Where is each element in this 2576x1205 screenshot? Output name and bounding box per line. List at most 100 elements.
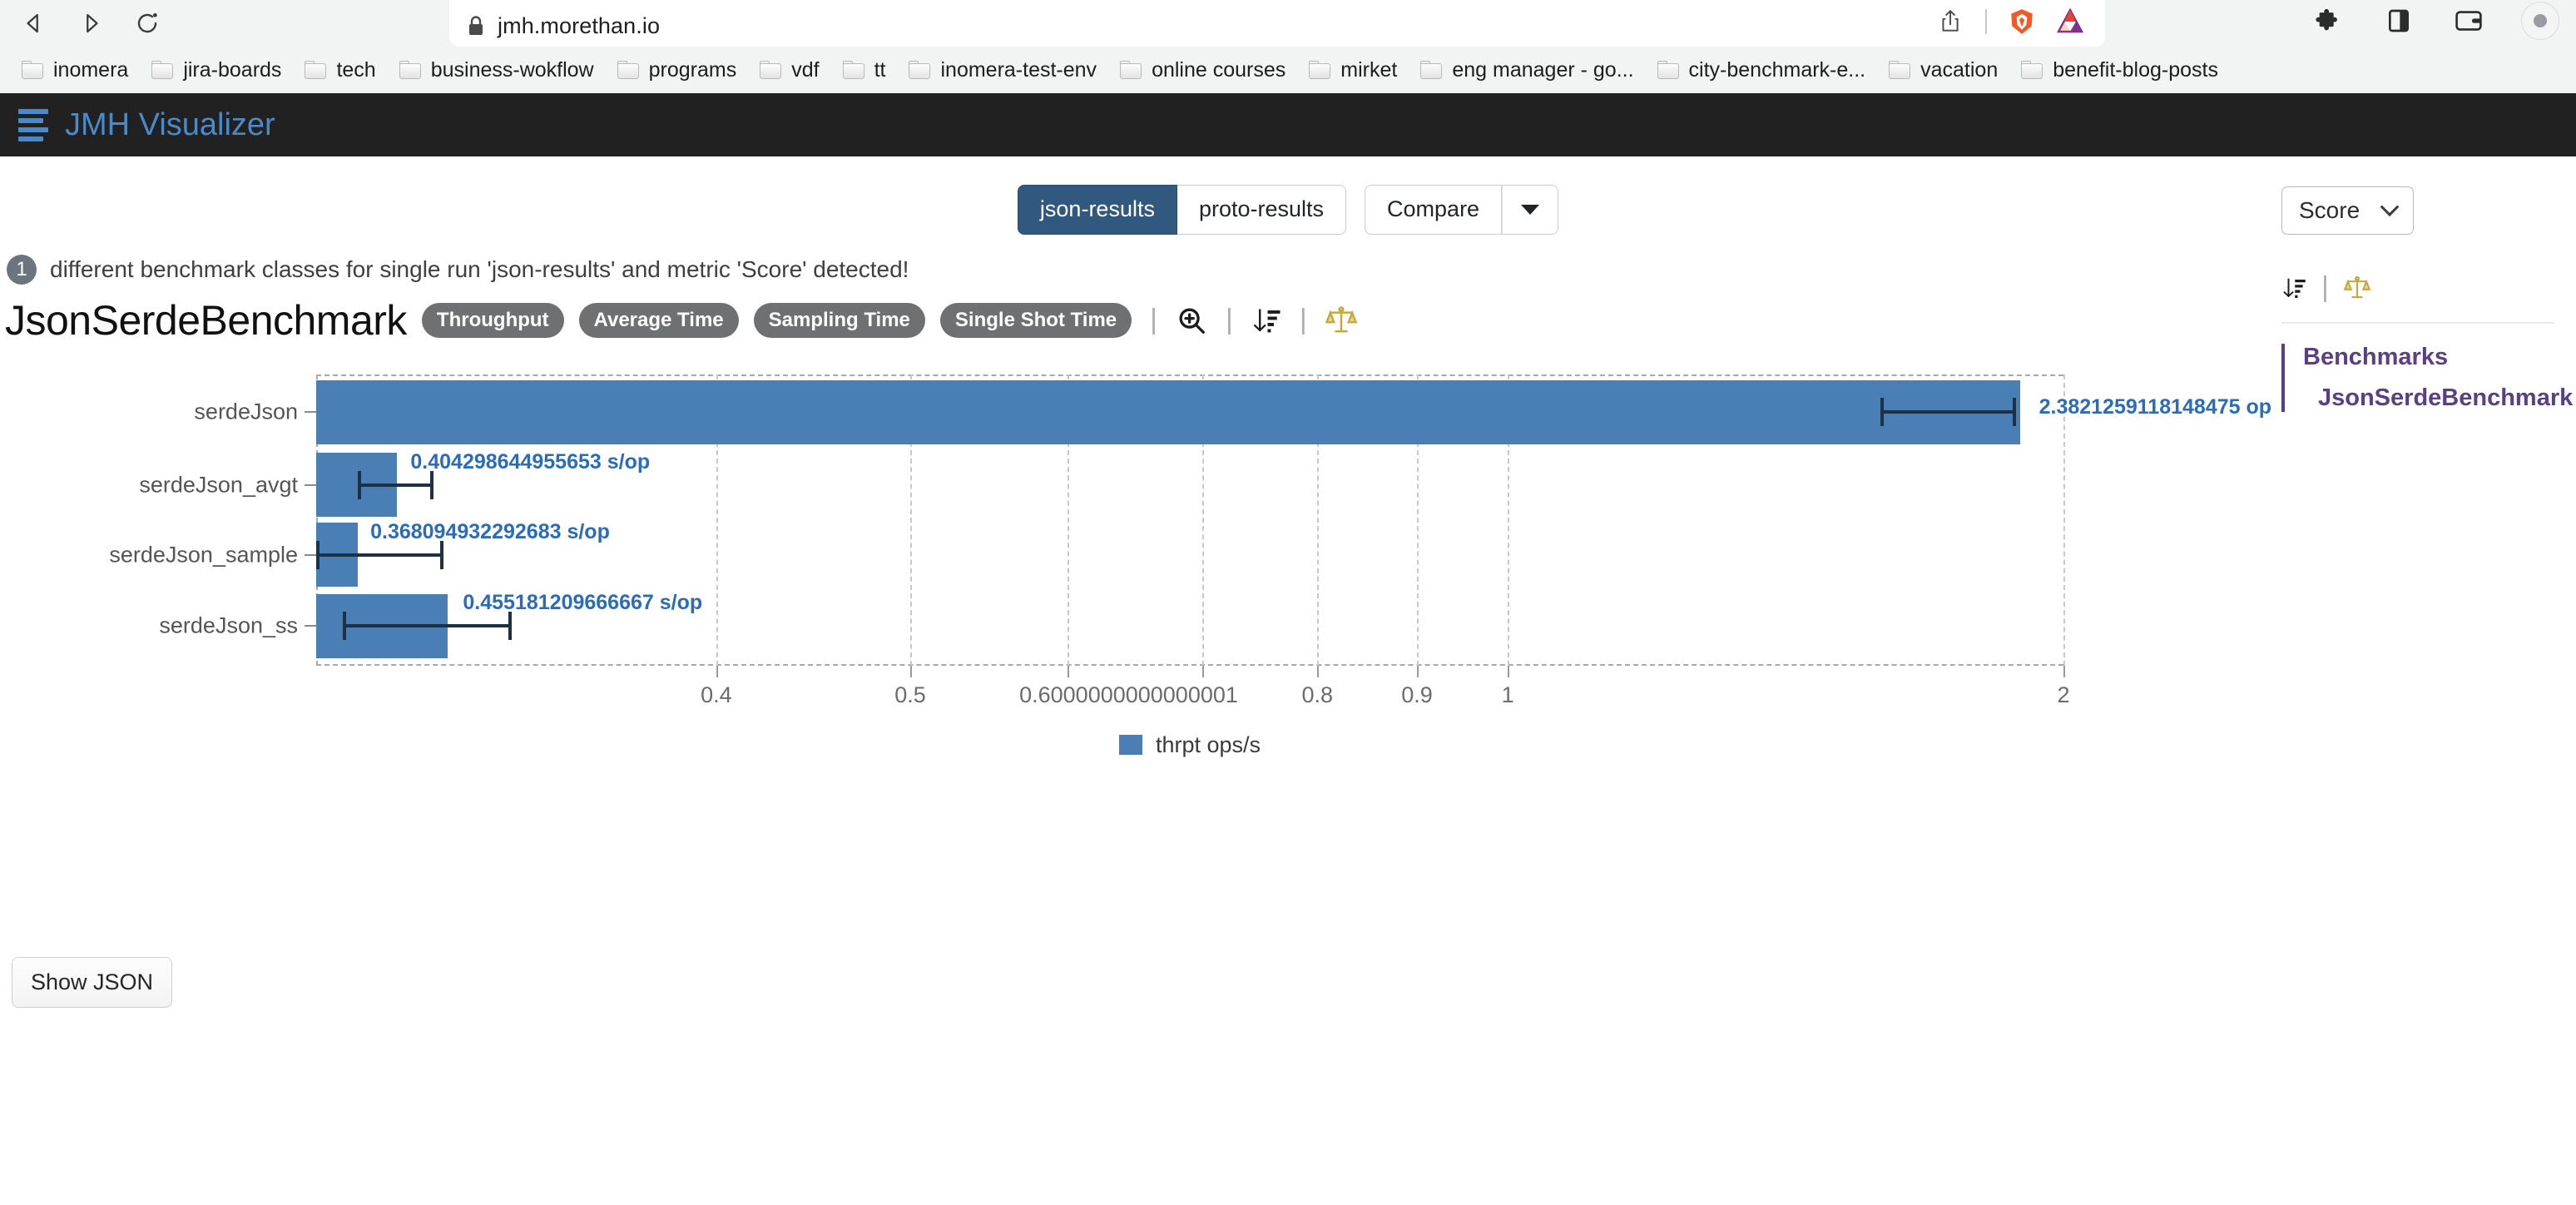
bookmark-label: vacation (1920, 58, 1998, 82)
run-tabs-group: json-results proto-results Compare (1018, 185, 1558, 235)
x-tick-mark (2063, 666, 2065, 677)
folder-icon (1657, 61, 1679, 79)
x-tick-label: 2 (2057, 682, 2069, 708)
share-icon[interactable] (1934, 5, 1967, 38)
navigation-buttons (18, 7, 163, 39)
folder-icon (843, 61, 864, 79)
x-tick-label: 0.4 (701, 682, 732, 708)
metric-select[interactable]: Score (2281, 186, 2414, 235)
bar-value-serdeJson: 2.3821259118148475 op (2039, 395, 2271, 419)
bookmarks-bar: inomera jira-boards tech business-wokflo… (0, 47, 2576, 93)
bar-serdeJson[interactable] (316, 380, 2020, 444)
compare-button[interactable]: Compare (1365, 185, 1502, 235)
benchmark-header: JsonSerdeBenchmark Throughput Average Ti… (0, 285, 2576, 345)
folder-icon (305, 61, 326, 79)
toolbar-divider: | (1296, 304, 1310, 336)
bookmark-item[interactable]: tt (831, 53, 898, 87)
brave-lion-icon[interactable] (2005, 5, 2039, 38)
error-cap-low (358, 471, 361, 499)
bar-value-serdeJson_avgt: 0.404298644955653 s/op (410, 450, 650, 474)
extensions-puzzle-icon[interactable] (2311, 3, 2346, 38)
x-tick-label: 0.6000000000000001 (1019, 682, 1238, 708)
benchmark-chart: serdeJson 2.3821259118148475 op serdeJso… (0, 360, 2576, 751)
scale-balance-icon[interactable] (1325, 305, 1357, 335)
folder-icon (909, 61, 930, 79)
sidebar-item-JsonSerdeBenchmark[interactable]: JsonSerdeBenchmark (2303, 384, 2554, 412)
x-tick-mark (716, 666, 718, 677)
zoom-in-icon[interactable] (1176, 305, 1207, 336)
toolbar-divider: | (1222, 304, 1236, 336)
x-tick-mark (910, 666, 912, 677)
bookmark-item[interactable]: mirket (1297, 53, 1409, 87)
address-bar[interactable]: jmh.morethan.io (449, 0, 2105, 47)
bookmark-label: business-wokflow (431, 58, 594, 82)
axis-label-serdeJson_ss: serdeJson_ss (159, 613, 316, 639)
browser-chrome: jmh.morethan.io (0, 0, 2576, 93)
bookmark-item[interactable]: inomera (10, 53, 140, 87)
scale-balance-icon[interactable] (2344, 275, 2370, 300)
omnibox-actions (1934, 5, 2087, 38)
detection-alert-text: different benchmark classes for single r… (50, 256, 909, 283)
error-bar-serdeJson_sample (316, 553, 442, 557)
mode-pill-average-time[interactable]: Average Time (579, 303, 739, 338)
error-bar-serdeJson (1880, 410, 2014, 414)
legend-swatch (1119, 735, 1142, 755)
tab-json-results[interactable]: json-results (1018, 185, 1177, 235)
back-icon[interactable] (18, 7, 50, 39)
error-cap-high (440, 541, 443, 569)
app-header: JMH Visualizer (0, 93, 2576, 156)
compare-dropdown-button[interactable] (1502, 185, 1558, 235)
y-tick (305, 625, 316, 627)
bookmark-item[interactable]: benefit-blog-posts (2009, 53, 2230, 87)
plot-area: serdeJson 2.3821259118148475 op serdeJso… (316, 374, 2063, 666)
bookmark-label: inomera-test-env (940, 58, 1097, 82)
bookmark-item[interactable]: city-benchmark-e... (1646, 53, 1878, 87)
bookmark-item[interactable]: jira-boards (140, 53, 293, 87)
toolbar-divider: | (1147, 304, 1161, 336)
benchmarks-group-title: Benchmarks (2303, 344, 2554, 371)
y-tick (305, 411, 316, 413)
omnibox-divider (1985, 9, 1987, 34)
bar-value-serdeJson_ss: 0.455181209666667 s/op (463, 591, 702, 615)
mode-pill-sampling-time[interactable]: Sampling Time (754, 303, 925, 338)
folder-icon (2021, 61, 2043, 79)
sort-descending-icon[interactable] (1251, 305, 1281, 335)
reload-icon[interactable] (131, 7, 163, 39)
sidebar-panel-icon[interactable] (2381, 3, 2416, 38)
chevron-down-icon (2380, 197, 2400, 216)
folder-icon (1420, 61, 1442, 79)
folder-icon (399, 61, 421, 79)
x-tick-label: 0.5 (894, 682, 926, 708)
wallet-icon[interactable] (2451, 3, 2486, 38)
folder-icon (22, 61, 43, 79)
error-cap-low (316, 541, 320, 569)
tab-proto-results[interactable]: proto-results (1177, 185, 1346, 235)
bookmark-item[interactable]: eng manager - go... (1409, 53, 1645, 87)
bookmark-item[interactable]: vacation (1877, 53, 2009, 87)
mode-pill-throughput[interactable]: Throughput (422, 303, 564, 338)
bookmark-item[interactable]: vdf (748, 53, 830, 87)
bookmark-label: tt (874, 58, 886, 82)
bookmark-item[interactable]: tech (293, 53, 387, 87)
show-json-button[interactable]: Show JSON (12, 957, 172, 1008)
bookmark-item[interactable]: online courses (1108, 53, 1297, 87)
bat-triangle-icon[interactable] (2053, 5, 2087, 38)
sidebar-tools: | (2281, 271, 2554, 304)
forward-icon[interactable] (75, 7, 107, 39)
sort-descending-icon[interactable] (2281, 275, 2306, 300)
app-brand-title[interactable]: JMH Visualizer (65, 107, 275, 143)
bookmark-item[interactable]: inomera-test-env (897, 53, 1108, 87)
avatar-dot (2534, 14, 2547, 27)
lock-icon (468, 15, 484, 37)
bookmark-label: eng manager - go... (1452, 58, 1633, 82)
benchmarks-group: Benchmarks JsonSerdeBenchmark (2281, 344, 2554, 412)
bookmark-item[interactable]: business-wokflow (388, 53, 606, 87)
hamburger-menu-icon[interactable] (18, 109, 48, 141)
x-tick-label: 1 (1502, 682, 1514, 708)
run-selector-row: json-results proto-results Compare (0, 156, 2576, 235)
mode-pill-single-shot-time[interactable]: Single Shot Time (940, 303, 1132, 338)
profile-avatar[interactable] (2521, 2, 2559, 40)
error-bar-serdeJson_ss (343, 624, 511, 627)
bookmark-item[interactable]: programs (606, 53, 749, 87)
url-text: jmh.morethan.io (498, 15, 660, 37)
